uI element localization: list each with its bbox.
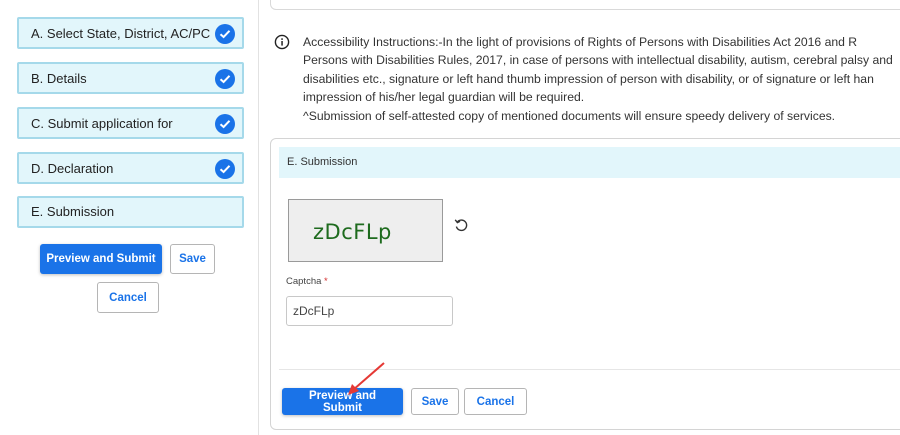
check-circle-icon [215, 69, 235, 89]
captcha-label: Captcha * [286, 276, 328, 287]
required-asterisk: * [324, 276, 328, 287]
accessibility-instructions: Accessibility Instructions:-In the light… [303, 33, 900, 125]
submission-header: E. Submission [279, 147, 900, 178]
annotation-arrow-icon [340, 358, 390, 403]
instruction-line: Accessibility Instructions:-In the light… [303, 35, 858, 49]
stepper-sidebar: A. Select State, District, AC/PC B. Deta… [0, 0, 258, 435]
step-details[interactable]: B. Details [17, 62, 244, 94]
refresh-captcha-icon[interactable] [453, 217, 470, 239]
step-label: E. Submission [31, 204, 115, 219]
instruction-line: ^Submission of self-attested copy of men… [303, 108, 836, 123]
step-label: A. Select State, District, AC/PC [31, 26, 211, 41]
captcha-image: zDcFLp [288, 199, 443, 262]
check-circle-icon [215, 114, 235, 134]
preview-and-submit-button[interactable]: Preview and Submit [40, 244, 162, 274]
captcha-input[interactable] [286, 296, 453, 326]
step-select-state[interactable]: A. Select State, District, AC/PC [17, 17, 244, 49]
panel-divider [258, 0, 259, 435]
submission-title: E. Submission [287, 156, 358, 168]
instruction-line: disabilities etc., signature or left han… [303, 71, 874, 86]
check-circle-icon [215, 24, 235, 44]
captcha-image-text: zDcFLp [313, 220, 392, 244]
step-declaration[interactable]: D. Declaration [17, 152, 244, 184]
step-label: C. Submit application for [31, 116, 173, 131]
instruction-line: Persons with Disabilities Rules, 2017, i… [303, 53, 893, 68]
step-submit-application-for[interactable]: C. Submit application for [17, 107, 244, 139]
submission-save-button[interactable]: Save [411, 388, 459, 415]
check-circle-icon [215, 159, 235, 179]
previous-section-card [270, 0, 900, 10]
cancel-button[interactable]: Cancel [97, 282, 159, 313]
step-label: B. Details [31, 71, 87, 86]
step-submission[interactable]: E. Submission [17, 196, 244, 228]
instruction-line: impression of his/her legal guardian wil… [303, 90, 585, 105]
save-button[interactable]: Save [170, 244, 215, 274]
info-icon [274, 34, 290, 55]
captcha-label-text: Captcha [286, 276, 322, 287]
step-label: D. Declaration [31, 161, 114, 176]
submission-cancel-button[interactable]: Cancel [464, 388, 527, 415]
